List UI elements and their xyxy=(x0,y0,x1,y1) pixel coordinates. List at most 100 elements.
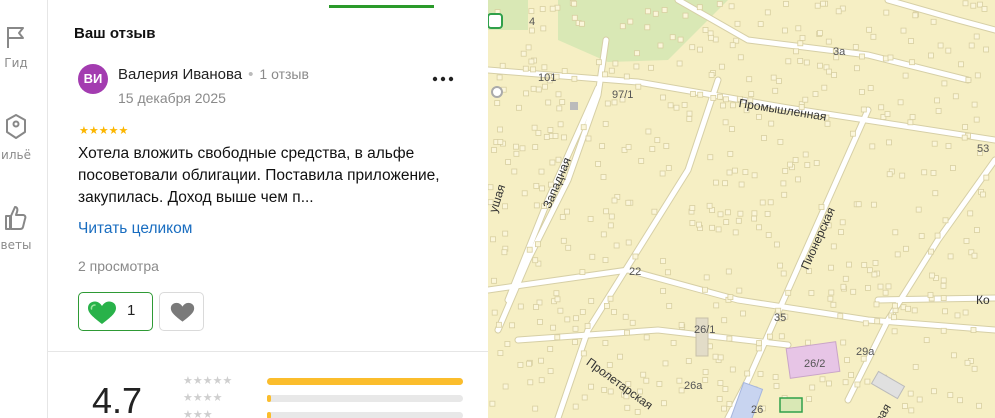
house-marker xyxy=(901,403,908,410)
house-marker xyxy=(737,54,744,61)
house-marker xyxy=(816,62,823,69)
rail-item-tips[interactable]: веты xyxy=(0,204,46,252)
house-marker xyxy=(580,350,587,357)
house-marker xyxy=(607,295,614,302)
house-marker xyxy=(528,8,535,15)
house-marker xyxy=(603,208,609,215)
house-marker xyxy=(870,33,877,40)
house-marker xyxy=(961,134,968,141)
house-marker xyxy=(928,248,934,255)
house-marker xyxy=(697,91,704,98)
rail-item-housing[interactable]: ильё xyxy=(0,112,46,162)
house-marker xyxy=(934,97,941,104)
house-marker xyxy=(916,396,923,403)
house-marker xyxy=(716,396,723,402)
house-marker xyxy=(872,259,879,266)
house-marker xyxy=(974,72,981,79)
house-marker xyxy=(971,365,978,372)
house-marker xyxy=(538,377,545,384)
house-marker xyxy=(839,219,846,226)
house-marker xyxy=(685,358,692,364)
house-marker xyxy=(632,253,639,260)
house-marker xyxy=(499,62,506,69)
house-number: 101 xyxy=(538,72,557,84)
map-canvas[interactable] xyxy=(488,0,995,418)
thumb-up-icon xyxy=(5,206,27,230)
house-marker xyxy=(644,24,651,31)
house-marker xyxy=(770,74,777,81)
house-marker xyxy=(665,165,672,171)
house-marker xyxy=(842,379,849,386)
house-marker xyxy=(580,124,587,131)
like-button[interactable]: 1 xyxy=(78,292,153,331)
house-marker xyxy=(931,140,938,147)
house-marker xyxy=(726,335,733,342)
house-marker xyxy=(589,253,596,260)
house-marker xyxy=(799,35,806,41)
house-marker xyxy=(912,12,919,19)
house-marker xyxy=(559,214,566,220)
dislike-button[interactable] xyxy=(159,292,204,331)
house-marker xyxy=(556,105,563,112)
house-marker xyxy=(942,217,949,224)
house-marker xyxy=(756,340,763,347)
house-marker xyxy=(572,339,578,346)
house-number: 4 xyxy=(529,16,536,28)
house-marker xyxy=(853,65,860,72)
house-marker xyxy=(613,242,620,249)
house-marker xyxy=(681,102,688,108)
house-marker xyxy=(777,262,784,269)
house-marker xyxy=(729,102,736,109)
author-name[interactable]: Валерия Иванова xyxy=(118,66,242,83)
house-marker xyxy=(864,284,871,291)
house-marker xyxy=(983,46,990,53)
house-marker xyxy=(602,340,609,346)
house-marker xyxy=(766,333,773,340)
author-review-count[interactable]: 1 отзыв xyxy=(259,66,309,82)
house-marker xyxy=(814,2,821,9)
house-marker xyxy=(608,213,615,220)
house-marker xyxy=(971,101,978,108)
house-marker xyxy=(555,91,562,98)
house-marker xyxy=(634,408,641,415)
house-marker xyxy=(502,383,509,390)
house-marker xyxy=(533,182,540,189)
house-marker xyxy=(660,400,667,407)
house-marker xyxy=(809,384,816,391)
house-marker xyxy=(579,20,585,27)
house-marker xyxy=(533,202,540,209)
avatar[interactable]: ВИ xyxy=(78,64,108,94)
house-marker xyxy=(660,258,666,264)
house-marker xyxy=(581,394,588,401)
house-marker xyxy=(599,143,605,150)
house-marker xyxy=(816,30,823,36)
house-marker xyxy=(945,143,952,149)
map-view[interactable]: Промышленная Западная Пионерская Пролета… xyxy=(488,0,995,418)
house-marker xyxy=(497,126,504,133)
more-options-button[interactable] xyxy=(428,62,458,86)
house-marker xyxy=(648,64,654,71)
house-marker xyxy=(844,357,851,363)
house-marker xyxy=(673,104,680,111)
house-marker xyxy=(885,283,892,290)
house-marker xyxy=(870,201,877,208)
house-marker xyxy=(539,185,545,192)
house-marker xyxy=(934,232,941,239)
house-marker xyxy=(882,55,889,62)
house-marker xyxy=(886,171,893,178)
house-marker xyxy=(696,4,703,11)
read-more-link[interactable]: Читать целиком xyxy=(78,220,192,238)
house-marker xyxy=(565,244,572,251)
house-marker xyxy=(528,58,535,65)
house-marker xyxy=(802,96,809,103)
rail-item-guide[interactable]: Гид xyxy=(0,24,46,70)
house-marker xyxy=(860,106,867,113)
house-marker xyxy=(702,377,709,383)
house-marker xyxy=(491,147,497,153)
house-marker xyxy=(725,268,732,275)
house-marker xyxy=(608,67,615,74)
house-marker xyxy=(541,64,548,71)
house-marker xyxy=(767,199,774,206)
house-marker xyxy=(538,168,545,175)
house-marker xyxy=(963,237,970,244)
